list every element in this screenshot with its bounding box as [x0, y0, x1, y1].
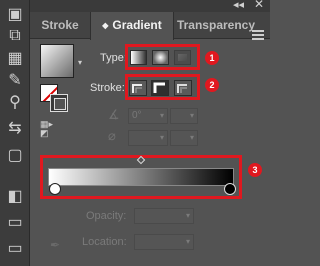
tab-stroke[interactable]: Stroke [34, 12, 86, 39]
close-icon[interactable]: ✕ [254, 0, 264, 11]
reverse-gradient-icon[interactable]: ▦▸ ◩ [40, 120, 53, 138]
panel-tabs: Stroke ◆ Gradient Transparency [30, 12, 270, 42]
eyedropper-icon[interactable]: ✒ [50, 238, 60, 252]
opacity-dropdown-icon[interactable]: ▾ [186, 209, 190, 223]
radial-gradient-button[interactable] [152, 50, 169, 65]
location-label: Location: [82, 236, 127, 248]
opacity-label: Opacity: [86, 210, 127, 222]
callout-badge-2: 2 [205, 78, 219, 92]
callout-badge-3: 3 [248, 163, 262, 177]
preview-dropdown-icon[interactable]: ▾ [78, 58, 82, 67]
callout-badge-1: 1 [205, 51, 219, 65]
stroke-along-button[interactable] [151, 80, 169, 96]
panel-title-bar: ◂◂ ✕ [30, 0, 270, 12]
aspect-dropdown-icon[interactable]: ▾ [160, 131, 164, 145]
gradient-stop-white[interactable] [49, 183, 61, 195]
collapse-icon[interactable]: ◂◂ [233, 0, 244, 11]
location-field[interactable]: ▾ [134, 234, 194, 250]
stroke-across-icon [177, 84, 187, 93]
tab-gradient-label: Gradient [112, 18, 162, 32]
location-dropdown-icon[interactable]: ▾ [186, 235, 190, 249]
gradient-stop-black[interactable] [224, 183, 236, 195]
gradient-preview-swatch[interactable] [40, 44, 74, 78]
angle-value: 0° [132, 110, 142, 121]
stroke-label: Stroke: [90, 82, 125, 94]
pen-icon[interactable]: ✎ [4, 70, 26, 90]
shape-builder-icon[interactable]: ⧉ [4, 26, 26, 46]
gradient-panel: ◂◂ ✕ Stroke ◆ Gradient Transparency ▾ ▦▸ ◩… [30, 0, 270, 266]
angle-icon: ∡ [108, 107, 120, 122]
aspect-ratio-icon: ⌀ [108, 128, 116, 143]
stroke-across-button[interactable] [174, 80, 192, 96]
aspect-field[interactable]: ▾ [128, 130, 168, 146]
draw-mode-icon[interactable]: ▭ [4, 212, 26, 232]
angle-stepper[interactable]: ▾ [170, 108, 198, 124]
color-mode-icon[interactable]: ◧ [4, 186, 26, 206]
stroke-within-icon [132, 84, 142, 93]
fill-stroke-indicator[interactable] [40, 84, 68, 112]
tab-arrow-icon: ◆ [102, 21, 109, 30]
angle-field[interactable]: 0° ▾ [128, 108, 168, 124]
app-window: ▣ ⧉ ▦ ✎ ⚲ ⇆ ▢ ◧ ▭ ▭ ◂◂ ✕ Stroke ◆ Gradien… [0, 0, 270, 266]
gradient-slider[interactable] [48, 168, 234, 186]
linear-gradient-button[interactable] [130, 50, 147, 65]
fill-stroke-icon[interactable]: ▢ [4, 145, 26, 165]
tab-transparency[interactable]: Transparency [176, 12, 256, 39]
angle-stepper-icon[interactable]: ▾ [190, 109, 194, 123]
stroke-within-button[interactable] [129, 80, 147, 96]
aspect-stepper[interactable]: ▾ [170, 130, 198, 146]
swap-fill-stroke-icon[interactable]: ⇆ [4, 118, 26, 138]
tab-stroke-label: Stroke [41, 18, 79, 32]
tab-transparency-label: Transparency [176, 18, 256, 32]
tab-gradient[interactable]: ◆ Gradient [90, 12, 174, 40]
stroke-swatch[interactable] [50, 94, 68, 112]
aspect-stepper-icon[interactable]: ▾ [190, 131, 194, 145]
type-label: Type: [100, 52, 127, 64]
tools-panel: ▣ ⧉ ▦ ✎ ⚲ ⇆ ▢ ◧ ▭ ▭ [0, 0, 30, 266]
angle-dropdown-icon[interactable]: ▾ [160, 109, 164, 123]
selection-icon[interactable]: ▣ [4, 4, 26, 24]
zoom-icon[interactable]: ⚲ [4, 92, 26, 112]
panel-menu-icon[interactable] [252, 30, 264, 42]
screen-mode-icon[interactable]: ▭ [4, 238, 26, 258]
stroke-along-icon [153, 82, 165, 93]
freeform-gradient-button[interactable] [174, 50, 191, 65]
opacity-field[interactable]: ▾ [134, 208, 194, 224]
table-icon[interactable]: ▦ [4, 48, 26, 68]
